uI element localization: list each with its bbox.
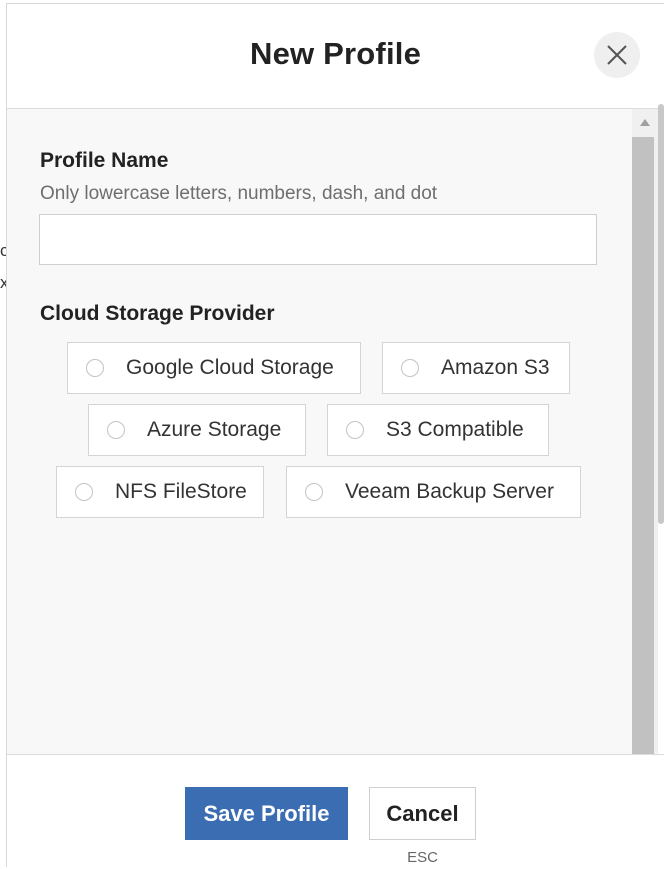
save-profile-button[interactable]: Save Profile <box>185 787 348 840</box>
close-button[interactable] <box>594 32 640 78</box>
provider-option-label: Google Cloud Storage <box>126 356 334 379</box>
cancel-button[interactable]: Cancel <box>369 787 476 840</box>
modal-footer: Save Profile Cancel ESC <box>7 754 664 869</box>
provider-option-label: Veeam Backup Server <box>345 480 554 503</box>
radio-button[interactable] <box>346 421 364 439</box>
profile-name-label: Profile Name <box>40 149 169 172</box>
provider-section-label: Cloud Storage Provider <box>40 302 275 325</box>
provider-option-s3-compatible[interactable]: S3 Compatible <box>327 404 549 456</box>
radio-button[interactable] <box>305 483 323 501</box>
scrollbar-thumb[interactable] <box>632 137 654 754</box>
radio-button[interactable] <box>86 359 104 377</box>
body-scrollbar[interactable] <box>632 109 658 754</box>
radio-button[interactable] <box>401 359 419 377</box>
modal-body: Profile Name Only lowercase letters, num… <box>7 109 632 754</box>
outer-scrollbar-thumb[interactable] <box>658 104 664 524</box>
provider-option-google-cloud-storage[interactable]: Google Cloud Storage <box>67 342 361 394</box>
provider-option-label: NFS FileStore <box>115 480 247 503</box>
provider-option-label: S3 Compatible <box>386 418 524 441</box>
provider-option-amazon-s3[interactable]: Amazon S3 <box>382 342 570 394</box>
cancel-shortcut-hint: ESC <box>407 849 438 866</box>
provider-option-veeam-backup-server[interactable]: Veeam Backup Server <box>286 466 581 518</box>
close-icon <box>607 45 627 65</box>
provider-option-label: Azure Storage <box>147 418 282 441</box>
provider-option-label: Amazon S3 <box>441 356 550 379</box>
radio-button[interactable] <box>107 421 125 439</box>
profile-name-input[interactable] <box>39 214 597 265</box>
scroll-up-button[interactable] <box>632 109 658 137</box>
modal-title: New Profile <box>249 36 422 71</box>
provider-option-azure-storage[interactable]: Azure Storage <box>88 404 306 456</box>
profile-name-hint: Only lowercase letters, numbers, dash, a… <box>40 183 438 204</box>
arrow-up-icon <box>640 119 650 126</box>
radio-button[interactable] <box>75 483 93 501</box>
new-profile-modal: New Profile Profile Name Only lowercase … <box>6 3 664 869</box>
provider-option-nfs-filestore[interactable]: NFS FileStore <box>56 466 264 518</box>
modal-header: New Profile <box>7 4 664 109</box>
